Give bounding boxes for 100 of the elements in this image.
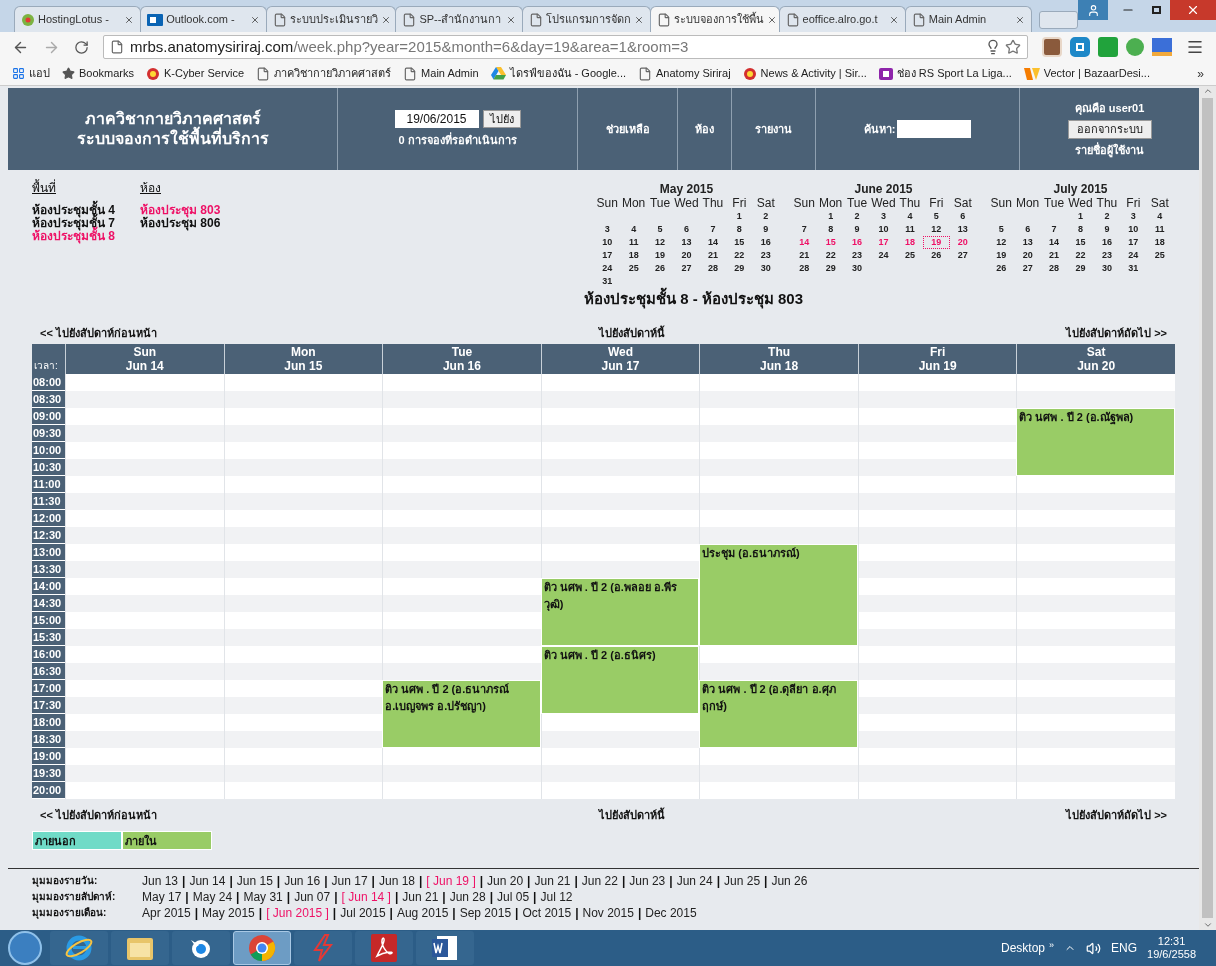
date-field[interactable]: 19/06/2015 bbox=[394, 109, 479, 128]
view-link[interactable]: Jun 25 bbox=[724, 872, 761, 889]
calendar-day[interactable]: 13 bbox=[1014, 236, 1041, 249]
calendar-day[interactable]: 20 bbox=[673, 249, 700, 262]
calendar-day[interactable]: 6 bbox=[673, 223, 700, 236]
calendar-day[interactable]: 7 bbox=[1040, 223, 1068, 236]
calendar-day[interactable]: 16 bbox=[843, 236, 871, 249]
room-link[interactable]: ห้องประชุม 806 bbox=[140, 217, 270, 230]
view-link[interactable]: Jun 21 bbox=[402, 888, 439, 905]
calendar-day[interactable]: 11 bbox=[1146, 223, 1173, 236]
calendar-day[interactable]: 13 bbox=[949, 223, 976, 236]
previous-week-link[interactable]: << ไปยังสัปดาห์ก่อนหน้า bbox=[40, 324, 157, 341]
calendar-day[interactable]: 23 bbox=[752, 249, 779, 262]
browser-tab[interactable]: Main Admin bbox=[904, 6, 1032, 32]
bookmark-link[interactable]: K-Cyber Service bbox=[146, 65, 245, 82]
view-link[interactable]: Jun 13 bbox=[142, 872, 179, 889]
calendar-day[interactable]: 1 bbox=[726, 210, 753, 223]
calendar-day[interactable]: 29 bbox=[1067, 262, 1094, 275]
view-link[interactable]: May 17 bbox=[142, 888, 182, 905]
calendar-day[interactable]: 10 bbox=[1120, 223, 1147, 236]
browser-tab[interactable]: Outlook.com - bbox=[140, 6, 268, 32]
view-link[interactable]: Aug 2015 bbox=[396, 904, 449, 921]
view-link[interactable]: Jun 22 bbox=[581, 872, 618, 889]
calendar-day[interactable]: 22 bbox=[817, 249, 844, 262]
calendar-day[interactable]: 28 bbox=[1040, 262, 1068, 275]
calendar-day[interactable]: 30 bbox=[1093, 262, 1121, 275]
calendar-day[interactable]: 16 bbox=[752, 236, 779, 249]
calendar-day[interactable]: 29 bbox=[817, 262, 844, 275]
nav-link[interactable]: ช่วยเหลือ bbox=[578, 88, 678, 170]
calendar-day[interactable]: 2 bbox=[1093, 210, 1121, 223]
calendar-day[interactable]: 28 bbox=[699, 262, 727, 275]
calendar-day[interactable]: 21 bbox=[699, 249, 727, 262]
desktop-toolbar-label[interactable]: Desktop $^{»}$ bbox=[1001, 939, 1055, 957]
logout-button[interactable]: ออกจากระบบ bbox=[1067, 119, 1152, 139]
next-week-link[interactable]: ไปยังสัปดาห์ถัดไป >> bbox=[1066, 324, 1167, 341]
calendar-day[interactable]: 30 bbox=[843, 262, 871, 275]
nav-link[interactable]: ห้อง bbox=[678, 88, 732, 170]
calendar-day[interactable]: 2 bbox=[752, 210, 779, 223]
view-link[interactable]: Jul 2015 bbox=[340, 904, 386, 921]
calendar-day[interactable]: 6 bbox=[1014, 223, 1041, 236]
go-button[interactable]: ไปยัง bbox=[482, 109, 521, 128]
user-list-link[interactable]: รายชื่อผู้ใช้งาน bbox=[1075, 141, 1144, 158]
calendar-day[interactable]: 21 bbox=[791, 249, 818, 262]
bookmark-link[interactable]: Bookmarks bbox=[62, 65, 135, 82]
booking-block[interactable]: ติว นศพ . ปี 2 (อ.ธนิศร) bbox=[540, 646, 700, 714]
nav-link[interactable]: รายงาน bbox=[732, 88, 816, 170]
calendar-day[interactable]: 23 bbox=[843, 249, 871, 262]
view-link[interactable]: Oct 2015 bbox=[522, 904, 572, 921]
browser-tab[interactable]: eoffice.alro.go.t bbox=[778, 6, 906, 32]
view-link[interactable]: Jun 17 bbox=[331, 872, 368, 889]
calendar-day[interactable]: 9 bbox=[1093, 223, 1121, 236]
view-link[interactable]: Jun 21 bbox=[534, 872, 571, 889]
more-bookmarks-button[interactable]: » bbox=[1197, 64, 1204, 83]
calendar-day[interactable]: 27 bbox=[1014, 262, 1041, 275]
browser-tab[interactable]: HostingLotus - bbox=[14, 6, 142, 32]
language-indicator[interactable]: ENG bbox=[1111, 939, 1138, 957]
calendar-day[interactable]: 11 bbox=[620, 236, 647, 249]
calendar-day[interactable]: 5 bbox=[646, 223, 674, 236]
calendar-day[interactable]: 6 bbox=[949, 210, 976, 223]
calendar-day[interactable]: 22 bbox=[726, 249, 753, 262]
calendar-day[interactable]: 1 bbox=[1067, 210, 1094, 223]
calendar-day[interactable]: 25 bbox=[1146, 249, 1173, 262]
booking-block[interactable]: ติว นศพ . ปี 2 (อ.ดุลียา อ.ศุภฤกษ์) bbox=[699, 680, 858, 748]
calendar-day[interactable]: 8 bbox=[817, 223, 844, 236]
calendar-day[interactable]: 26 bbox=[923, 249, 950, 262]
view-link[interactable]: Jun 15 bbox=[236, 872, 273, 889]
booking-block[interactable]: ประชุม (อ.ธนาภรณ์) bbox=[699, 544, 858, 646]
view-link[interactable]: [ Jun 2015 ] bbox=[266, 904, 329, 921]
calendar-day[interactable]: 12 bbox=[923, 223, 950, 236]
calendar-day[interactable]: 11 bbox=[896, 223, 924, 236]
calendar-day[interactable]: 15 bbox=[726, 236, 753, 249]
calendar-day[interactable]: 14 bbox=[699, 236, 727, 249]
calendar-day[interactable]: 10 bbox=[870, 223, 897, 236]
calendar-day[interactable]: 5 bbox=[988, 223, 1015, 236]
calendar-day[interactable]: 2 bbox=[843, 210, 871, 223]
bookmark-link[interactable]: Vector | BazaarDesi... bbox=[1023, 65, 1150, 82]
bookmark-link[interactable]: แอป bbox=[12, 65, 50, 82]
view-link[interactable]: May 2015 bbox=[202, 904, 255, 921]
bookmark-link[interactable]: Main Admin bbox=[403, 65, 479, 82]
calendar-day[interactable]: 4 bbox=[1146, 210, 1173, 223]
calendar-day[interactable]: 19 bbox=[923, 236, 950, 249]
view-link[interactable]: May 24 bbox=[192, 888, 233, 905]
view-link[interactable]: Jun 14 bbox=[189, 872, 226, 889]
calendar-day[interactable]: 9 bbox=[752, 223, 779, 236]
calendar-day[interactable]: 18 bbox=[620, 249, 647, 262]
calendar-day[interactable]: 31 bbox=[1120, 262, 1147, 275]
view-link[interactable]: Jul 12 bbox=[540, 888, 573, 905]
calendar-day[interactable]: 5 bbox=[923, 210, 950, 223]
calendar-day[interactable]: 22 bbox=[1067, 249, 1094, 262]
pending-bookings-text[interactable]: 0 การจองที่รอดำเนินการ bbox=[398, 131, 517, 149]
calendar-day[interactable]: 20 bbox=[949, 236, 976, 249]
bookmark-link[interactable]: ภาควิชากายวิภาคศาสตร์ bbox=[256, 65, 392, 82]
bookmark-link[interactable]: ไดรฟ์ของฉัน - Google... bbox=[490, 65, 626, 82]
calendar-day[interactable]: 17 bbox=[594, 249, 621, 262]
view-link[interactable]: Sep 2015 bbox=[459, 904, 512, 921]
calendar-day[interactable]: 26 bbox=[646, 262, 674, 275]
clock[interactable]: 12:31 19/6/2558 bbox=[1147, 935, 1196, 961]
calendar-day[interactable]: 20 bbox=[1014, 249, 1041, 262]
view-link[interactable]: Apr 2015 bbox=[142, 904, 191, 921]
calendar-day[interactable]: 1 bbox=[817, 210, 844, 223]
